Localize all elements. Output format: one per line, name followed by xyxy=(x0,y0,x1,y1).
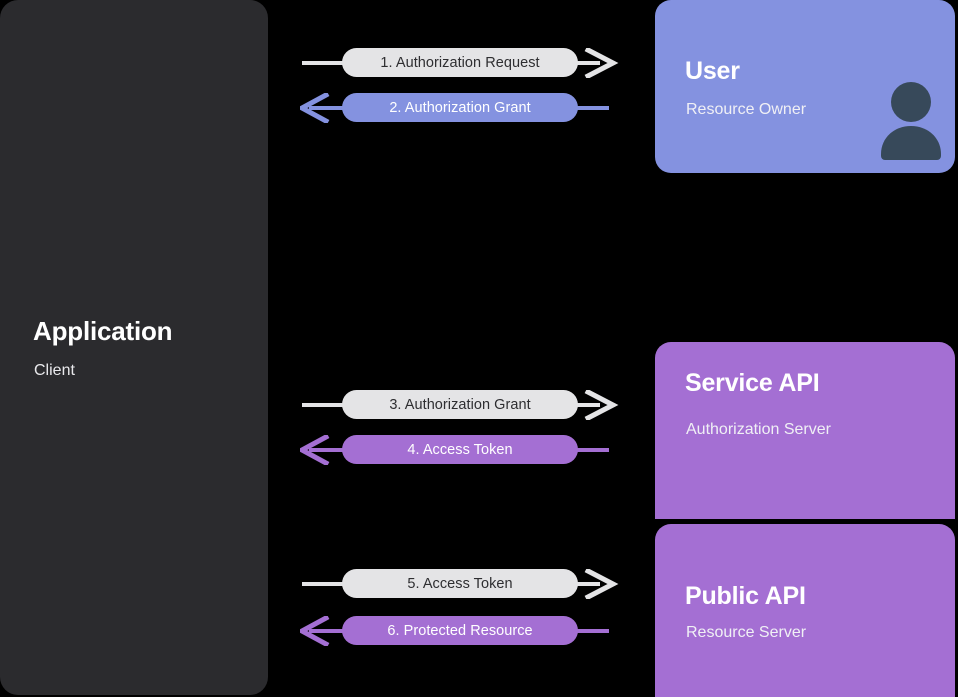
flow-row-6: 6. Protected Resource xyxy=(300,616,622,646)
flow-label-1[interactable]: 1. Authorization Request xyxy=(342,48,578,77)
flow-row-1: 1. Authorization Request xyxy=(300,48,622,78)
flow-label-5[interactable]: 5. Access Token xyxy=(342,569,578,598)
application-panel: Application Client xyxy=(0,0,268,695)
node-user-title: User xyxy=(685,57,740,85)
flow-row-3: 3. Authorization Grant xyxy=(300,390,622,420)
person-icon xyxy=(881,82,941,160)
flow-row-4: 4. Access Token xyxy=(300,435,622,465)
node-service-api-title: Service API xyxy=(685,369,820,397)
node-public-api: Public API Resource Server xyxy=(655,524,955,697)
node-public-api-title: Public API xyxy=(685,582,806,610)
flow-row-5: 5. Access Token xyxy=(300,569,622,599)
application-title: Application xyxy=(33,316,173,346)
node-service-api-subtitle: Authorization Server xyxy=(686,420,831,438)
flow-label-6[interactable]: 6. Protected Resource xyxy=(342,616,578,645)
node-service-api: Service API Authorization Server xyxy=(655,342,955,519)
node-user-subtitle: Resource Owner xyxy=(686,101,807,118)
flow-row-2: 2. Authorization Grant xyxy=(300,93,622,123)
flow-label-2[interactable]: 2. Authorization Grant xyxy=(342,93,578,122)
node-public-api-subtitle: Resource Server xyxy=(686,624,807,641)
node-user: User Resource Owner xyxy=(655,0,955,173)
flow-label-3[interactable]: 3. Authorization Grant xyxy=(342,390,578,419)
application-subtitle: Client xyxy=(34,362,75,379)
flow-label-4[interactable]: 4. Access Token xyxy=(342,435,578,464)
